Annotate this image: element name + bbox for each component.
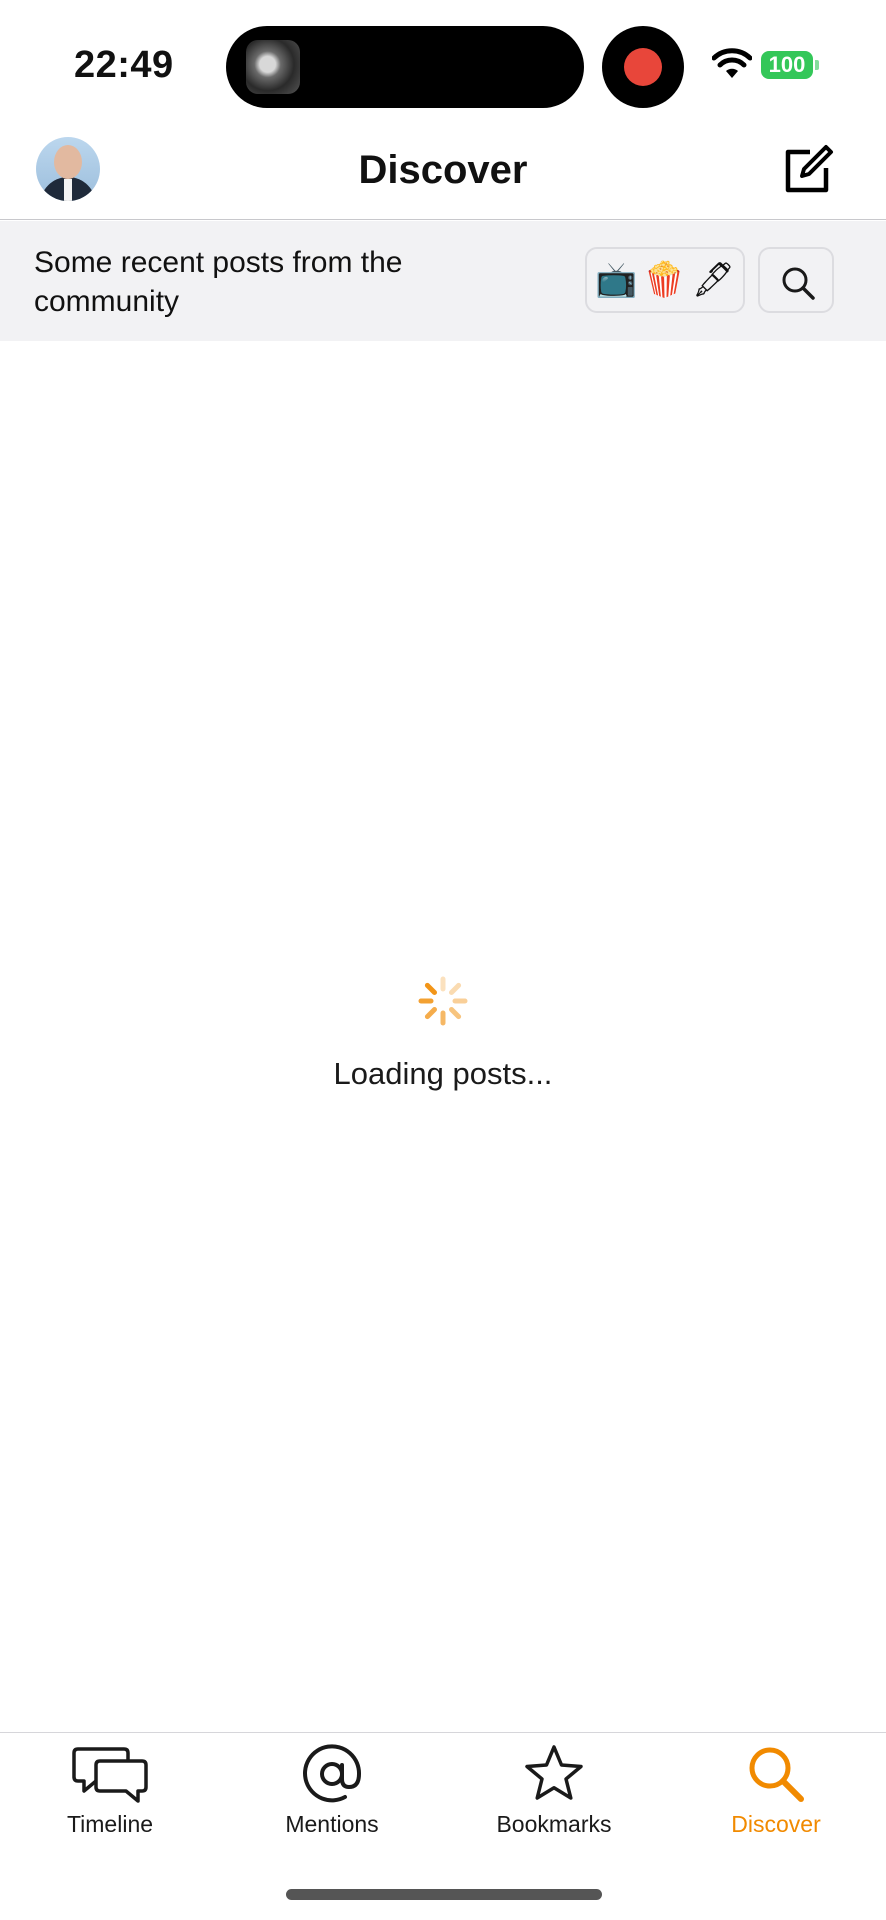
- search-icon: [782, 267, 815, 300]
- discover-header: Some recent posts from the community 📺 🍿…: [0, 221, 886, 341]
- chat-bubbles-icon: [72, 1747, 148, 1803]
- wifi-icon: [712, 48, 752, 78]
- tab-label-mentions: Mentions: [285, 1811, 379, 1837]
- screen-record-indicator: [602, 26, 684, 108]
- tab-label-timeline: Timeline: [66, 1811, 154, 1837]
- magnifier-icon: [749, 1747, 804, 1802]
- loading-spinner-icon: [418, 976, 468, 1026]
- header-description: Some recent posts from the community: [34, 246, 403, 318]
- emoji-filter-button[interactable]: 📺 🍿 🖋: [585, 247, 745, 313]
- popcorn-emoji-icon: 🍿: [643, 260, 686, 300]
- nav-bar: Discover: [0, 130, 886, 220]
- star-icon: [525, 1745, 583, 1800]
- page-title: Discover: [358, 148, 528, 192]
- search-button[interactable]: [758, 247, 834, 313]
- tab-label-discover: Discover: [731, 1811, 821, 1837]
- tab-discover[interactable]: Discover: [676, 1743, 876, 1838]
- tab-label-bookmarks: Bookmarks: [496, 1811, 612, 1837]
- loading-text: Loading posts...: [333, 1056, 553, 1091]
- tab-timeline[interactable]: Timeline: [10, 1743, 210, 1838]
- now-playing-thumbnail: [246, 40, 300, 94]
- tab-mentions[interactable]: Mentions: [232, 1743, 432, 1838]
- compose-icon[interactable]: [780, 144, 834, 198]
- pen-emoji-icon: 🖋: [691, 260, 735, 300]
- tv-emoji-icon: 📺: [595, 260, 638, 300]
- dynamic-island: [226, 26, 584, 108]
- home-indicator[interactable]: [286, 1889, 602, 1900]
- status-bar: 22:49 100: [0, 0, 886, 130]
- tab-bookmarks[interactable]: Bookmarks: [454, 1743, 654, 1838]
- battery-icon: 100: [761, 51, 813, 79]
- at-sign-icon: [303, 1744, 362, 1803]
- screen-record-icon: [624, 48, 662, 86]
- status-time: 22:49: [74, 44, 174, 86]
- battery-tip: [815, 60, 819, 70]
